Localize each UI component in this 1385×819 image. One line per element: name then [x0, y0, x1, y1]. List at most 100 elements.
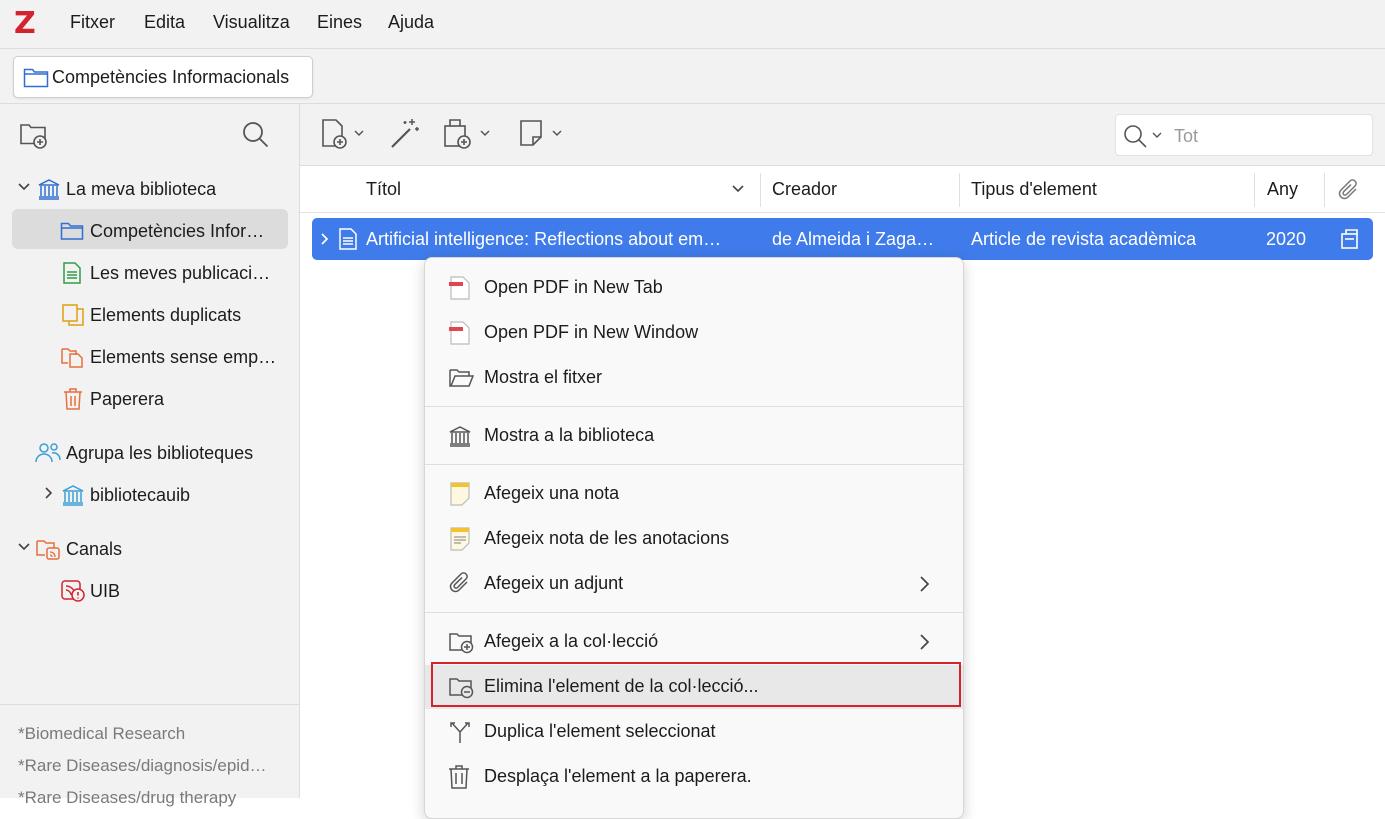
tree-my-library[interactable]: La meva biblioteca: [0, 169, 299, 209]
add-collection-icon: [448, 630, 474, 659]
menu-separator: [425, 612, 963, 613]
paperclip-icon: [448, 572, 472, 601]
tree-duplicates[interactable]: Elements duplicats: [0, 295, 299, 335]
items-column-header: Títol Creador Tipus d'element Any: [300, 167, 1385, 213]
menu-add-attachment[interactable]: Afegeix un adjunt: [425, 562, 963, 606]
menu-show-in-library[interactable]: Mostra a la biblioteca: [425, 414, 963, 458]
column-creator[interactable]: Creador: [772, 179, 837, 200]
menu-add-to-collection[interactable]: Afegeix a la col·lecció: [425, 620, 963, 664]
tree-label: Agrupa les biblioteques: [66, 443, 254, 463]
collection-search-icon[interactable]: [241, 120, 271, 155]
pdf-attachment-icon[interactable]: [1339, 228, 1361, 255]
tab-bar: Competències Informacionals: [0, 48, 1385, 104]
column-divider[interactable]: [760, 173, 761, 207]
chevron-down-icon[interactable]: [16, 179, 32, 200]
tree-my-publications[interactable]: Les meves publicaci…: [0, 253, 299, 293]
search-icon[interactable]: [1122, 123, 1168, 154]
menu-bar: Z Fitxer Edita Visualitza Eines Ajuda: [0, 0, 1385, 48]
tree-groups-header[interactable]: Agrupa les biblioteques: [0, 433, 299, 473]
column-divider[interactable]: [959, 173, 960, 207]
menu-open-pdf-new-window[interactable]: Open PDF in New Window: [425, 311, 963, 355]
tree-feed-uib[interactable]: UIB: [0, 571, 299, 611]
cell-item-type: Article de revista acadèmica: [971, 229, 1197, 249]
tag-selector-divider: [0, 704, 299, 705]
add-attachment-button[interactable]: [442, 117, 494, 151]
tab-label: Competències Informacionals: [52, 67, 290, 87]
context-menu: Open PDF in New Tab Open PDF in New Wind…: [424, 257, 964, 819]
tree-label: UIB: [90, 581, 121, 601]
note-icon: [448, 482, 472, 511]
pdf-icon: [448, 276, 472, 305]
trash-icon: [448, 765, 470, 794]
journal-article-icon: [338, 228, 358, 255]
paperclip-icon[interactable]: [1337, 179, 1361, 208]
zotero-logo: Z: [14, 6, 36, 41]
menu-add-note-from-annotations[interactable]: Afegeix nota de les anotacions: [425, 517, 963, 561]
menu-separator: [425, 406, 963, 407]
library-tab[interactable]: Competències Informacionals: [13, 56, 313, 98]
tree-label: Paperera: [90, 389, 165, 409]
cell-title: Artificial intelligence: Reflections abo…: [366, 229, 722, 249]
menu-view[interactable]: Visualitza: [213, 12, 290, 33]
tree-trash[interactable]: Paperera: [0, 379, 299, 419]
tree-unfiled[interactable]: Elements sense emp…: [0, 337, 299, 377]
tag-item[interactable]: *Rare Diseases/diagnosis/epid…: [18, 756, 267, 776]
folder-icon: [60, 220, 84, 247]
unfiled-items-icon: [60, 346, 84, 373]
items-toolbar: Tot: [300, 104, 1385, 166]
collections-pane: La meva biblioteca Competències Infor… L…: [0, 104, 300, 807]
tree-collection-competencies[interactable]: Competències Infor…: [0, 211, 299, 251]
column-divider[interactable]: [1324, 173, 1325, 207]
annotations-note-icon: [448, 527, 472, 556]
submenu-arrow-icon: [916, 633, 932, 656]
search-mode-placeholder: Tot: [1174, 126, 1199, 146]
document-icon: [62, 262, 82, 289]
magic-wand-icon[interactable]: [388, 117, 422, 151]
tree-label: La meva biblioteca: [66, 179, 217, 199]
chevron-down-icon[interactable]: [16, 539, 32, 560]
tree-label: Competències Infor…: [90, 221, 265, 241]
column-year[interactable]: Any: [1267, 179, 1298, 200]
cell-year: 2020: [1266, 229, 1307, 249]
menu-file[interactable]: Fitxer: [70, 12, 115, 33]
tree-feeds-header[interactable]: Canals: [0, 529, 299, 569]
menu-separator: [425, 464, 963, 465]
menu-move-to-trash[interactable]: Desplaça l'element a la paperera.: [425, 755, 963, 799]
feeds-icon: [36, 538, 62, 565]
menu-show-file[interactable]: Mostra el fitxer: [425, 356, 963, 400]
chevron-right-icon[interactable]: [41, 485, 57, 506]
tag-item[interactable]: *Biomedical Research: [18, 724, 185, 744]
tree-group-bibliotecauib[interactable]: bibliotecauib: [0, 475, 299, 515]
new-item-button[interactable]: [320, 117, 368, 151]
menu-tools[interactable]: Eines: [317, 12, 362, 33]
menu-duplicate-item[interactable]: Duplica l'element seleccionat: [425, 710, 963, 754]
highlight-annotation-box: [431, 662, 961, 707]
chevron-right-icon[interactable]: [317, 231, 333, 252]
menu-open-pdf-new-tab[interactable]: Open PDF in New Tab: [425, 266, 963, 310]
tree-label: Elements duplicats: [90, 305, 242, 325]
new-collection-icon[interactable]: [19, 120, 49, 155]
pdf-icon: [448, 321, 472, 350]
menu-add-note[interactable]: Afegeix una nota: [425, 472, 963, 516]
new-note-button[interactable]: [518, 117, 566, 151]
search-field[interactable]: Tot: [1115, 114, 1373, 156]
column-divider[interactable]: [1254, 173, 1255, 207]
menu-help[interactable]: Ajuda: [388, 12, 434, 33]
library-icon: [61, 484, 85, 511]
library-icon: [37, 178, 61, 205]
table-row-selected[interactable]: Artificial intelligence: Reflections abo…: [312, 218, 1373, 260]
duplicate-branch-icon: [448, 720, 472, 749]
submenu-arrow-icon: [916, 575, 932, 598]
feed-error-icon: [61, 580, 85, 607]
tag-item[interactable]: *Rare Diseases/drug therapy: [18, 788, 236, 808]
column-title[interactable]: Títol: [366, 179, 401, 200]
trash-icon: [63, 388, 83, 415]
cell-creator: de Almeida i Zaga…: [772, 229, 935, 249]
menu-edit[interactable]: Edita: [144, 12, 185, 33]
tree-label: bibliotecauib: [90, 485, 191, 505]
column-item-type[interactable]: Tipus d'element: [971, 179, 1097, 200]
folder-icon: [23, 66, 49, 93]
tree-label: Elements sense emp…: [90, 347, 277, 367]
sort-chevron-icon[interactable]: [730, 181, 746, 202]
duplicates-icon: [62, 304, 84, 331]
